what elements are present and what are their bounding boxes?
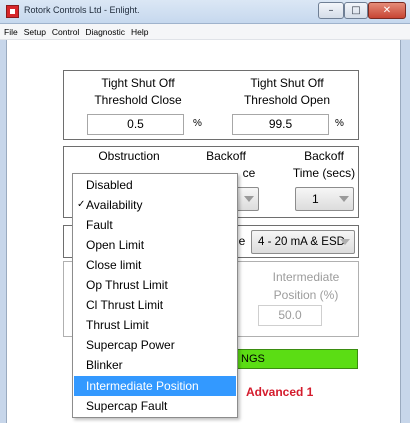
menu-control[interactable]: Control	[52, 27, 79, 37]
menu-bar: File Setup Control Diagnostic Help	[0, 24, 410, 40]
dropdown-item-label: Intermediate Position	[86, 379, 199, 393]
dropdown-item-thrust-limit[interactable]: Thrust Limit	[74, 315, 236, 335]
menu-help[interactable]: Help	[131, 27, 148, 37]
chevron-down-icon	[339, 196, 349, 202]
backoff-time-label-line1: Backoff	[304, 149, 344, 163]
dropdown-item-supercap-fault[interactable]: Supercap Fault	[74, 396, 236, 416]
dropdown-item-label: Fault	[86, 218, 113, 232]
dropdown-item-label: Cl Thrust Limit	[86, 298, 164, 312]
dropdown-item-label: Supercap Power	[86, 338, 175, 352]
window-frame-left	[0, 40, 7, 423]
menu-file[interactable]: File	[4, 27, 18, 37]
threshold-open-input[interactable]: 99.5	[232, 114, 329, 135]
intermediate-position-input[interactable]: 50.0	[258, 305, 322, 326]
threshold-panel: Tight Shut Off Threshold Close Tight Shu…	[63, 70, 359, 140]
threshold-close-label-line1: Tight Shut Off	[101, 76, 175, 90]
dropdown-item-cl-thrust-limit[interactable]: Cl Thrust Limit	[74, 295, 236, 315]
chevron-down-icon	[244, 196, 254, 202]
dropdown-item-supercap-power[interactable]: Supercap Power	[74, 335, 236, 355]
intermediate-label-line2: Position (%)	[273, 288, 339, 302]
dropdown-item-label: Close limit	[86, 258, 142, 272]
window-title: Rotork Controls Ltd - Enlight.	[24, 5, 140, 15]
intermediate-label-line1: Intermediate	[272, 270, 340, 284]
dropdown-item-label: Open Limit	[86, 238, 145, 252]
checkmark-icon: ✓	[77, 199, 86, 210]
control-source-partial-label: e	[238, 234, 246, 248]
chevron-down-icon	[340, 239, 350, 245]
threshold-close-unit: %	[193, 118, 202, 129]
dropdown-item-label: Supercap Fault	[86, 399, 168, 413]
threshold-close-label-line2: Threshold Close	[94, 93, 182, 107]
dropdown-item-availability[interactable]: ✓ Availability	[74, 195, 236, 215]
backoff-time-combo[interactable]: 1	[295, 187, 354, 211]
backoff-distance-label-line1: Backoff	[206, 149, 246, 163]
dropdown-item-fault[interactable]: Fault	[74, 215, 236, 235]
dropdown-item-blinker[interactable]: Blinker	[74, 355, 236, 375]
control-source-combo[interactable]: 4 - 20 mA & ESD	[251, 230, 355, 254]
backoff-distance-label-line2: ce	[242, 166, 256, 180]
dropdown-item-label: Disabled	[86, 178, 133, 192]
menu-setup[interactable]: Setup	[24, 27, 46, 37]
menu-diagnostic[interactable]: Diagnostic	[85, 27, 125, 37]
window-frame-right	[400, 40, 410, 423]
dropdown-item-label: Thrust Limit	[86, 318, 149, 332]
backoff-time-label-line2: Time (secs)	[292, 166, 356, 180]
dropdown-item-disabled[interactable]: Disabled	[74, 175, 236, 195]
dropdown-item-label: Blinker	[86, 358, 123, 372]
dropdown-item-intermediate-position[interactable]: Intermediate Position	[74, 376, 236, 396]
dropdown-item-close-limit[interactable]: Close limit	[74, 255, 236, 275]
settings-status-bar[interactable]: NGS	[232, 349, 358, 369]
threshold-open-label-line1: Tight Shut Off	[250, 76, 324, 90]
minimize-button[interactable]: –	[318, 2, 344, 19]
maximize-button[interactable]: □	[344, 2, 368, 19]
dropdown-item-op-thrust-limit[interactable]: Op Thrust Limit	[74, 275, 236, 295]
advanced-level-label: Advanced 1	[246, 385, 314, 399]
dropdown-item-label: Op Thrust Limit	[86, 278, 168, 292]
obstruction-label: Obstruction	[98, 149, 160, 163]
threshold-open-unit: %	[335, 118, 344, 129]
backoff-time-value: 1	[312, 192, 319, 206]
threshold-close-input[interactable]: 0.5	[87, 114, 184, 135]
dropdown-item-label: Availability	[86, 198, 143, 212]
dropdown-item-open-limit[interactable]: Open Limit	[74, 235, 236, 255]
rotork-app-icon	[6, 5, 19, 18]
close-button[interactable]: ✕	[368, 2, 406, 19]
obstruction-dropdown-list[interactable]: Disabled ✓ Availability Fault Open Limit…	[72, 173, 238, 418]
control-source-value: 4 - 20 mA & ESD	[258, 236, 345, 248]
title-bar[interactable]: Rotork Controls Ltd - Enlight. – □ ✕	[0, 0, 410, 24]
threshold-open-label-line2: Threshold Open	[243, 93, 331, 107]
